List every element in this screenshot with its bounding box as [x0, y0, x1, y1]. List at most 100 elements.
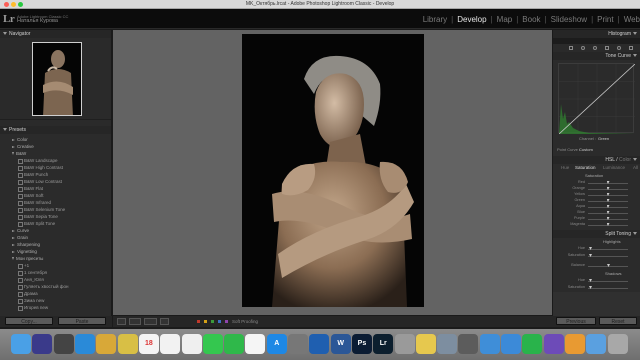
preset-folder[interactable]: Grain: [7, 234, 111, 241]
calendar-icon[interactable]: 18: [138, 334, 159, 354]
navigator-preview[interactable]: [0, 38, 111, 120]
preset-item[interactable]: B&W Selenium Tone: [7, 206, 111, 213]
facetime-icon[interactable]: [224, 334, 245, 354]
preset-folder[interactable]: Curve: [7, 227, 111, 234]
launchpad-icon[interactable]: [53, 334, 74, 354]
channel-select[interactable]: Green: [598, 136, 609, 141]
hsl-tab-saturation[interactable]: Saturation: [575, 165, 596, 170]
highlights-hue-slider[interactable]: Hue: [557, 246, 637, 252]
preset-item[interactable]: Зима new: [7, 297, 111, 304]
navigator-thumbnail[interactable]: [32, 42, 82, 116]
green-label-icon[interactable]: [211, 320, 214, 323]
module-map[interactable]: Map: [497, 15, 513, 24]
app-store-icon[interactable]: A: [266, 334, 287, 354]
lightroom-icon[interactable]: Lr: [373, 334, 394, 354]
downloads-icon[interactable]: [586, 334, 607, 354]
preset-item[interactable]: B&W Soft: [7, 192, 111, 199]
adjustment-brush-icon[interactable]: [629, 46, 633, 50]
word-icon[interactable]: W: [330, 334, 351, 354]
preset-folder[interactable]: B&W: [7, 150, 111, 157]
navigator-header[interactable]: Navigator: [0, 30, 111, 38]
before-after-options-button[interactable]: [144, 318, 157, 325]
preset-folder[interactable]: Color: [7, 136, 111, 143]
balance-slider[interactable]: Balance: [557, 263, 637, 269]
siri-icon[interactable]: [32, 334, 53, 354]
blue-label-icon[interactable]: [218, 320, 221, 323]
spot-removal-tool-icon[interactable]: [581, 46, 585, 50]
preset-folder[interactable]: Sharpening: [7, 241, 111, 248]
viber-icon[interactable]: [543, 334, 564, 354]
before-after-button[interactable]: [129, 318, 141, 325]
books-icon[interactable]: [564, 334, 585, 354]
preset-folder[interactable]: Мои пресеты: [7, 255, 111, 262]
hsl-tab-luminance[interactable]: Luminance: [603, 165, 625, 170]
preset-item[interactable]: Драма: [7, 290, 111, 297]
preset-item[interactable]: B&W Infrared: [7, 199, 111, 206]
module-print[interactable]: Print: [597, 15, 613, 24]
stickies-icon[interactable]: [96, 334, 117, 354]
radial-filter-icon[interactable]: [617, 46, 621, 50]
hsl-tab-all[interactable]: All: [633, 165, 638, 170]
module-web[interactable]: Web: [624, 15, 640, 24]
module-develop[interactable]: Develop: [457, 15, 486, 24]
photos-icon[interactable]: [181, 334, 202, 354]
crop-tool-icon[interactable]: [569, 46, 573, 50]
image-canvas[interactable]: [113, 30, 552, 315]
preset-item[interactable]: B&W High Contrast: [7, 164, 111, 171]
module-library[interactable]: Library: [423, 15, 447, 24]
point-curve-select[interactable]: Custom: [579, 147, 593, 152]
split-toning-header[interactable]: Split Toning: [553, 230, 640, 238]
keynote-icon[interactable]: [501, 334, 522, 354]
tone-curve-header[interactable]: Tone Curve: [553, 52, 640, 60]
preset-item[interactable]: B&W Low Contrast: [7, 178, 111, 185]
hsl-header[interactable]: HSL / Color: [553, 156, 640, 164]
music-icon[interactable]: [245, 334, 266, 354]
soft-proofing-checkbox[interactable]: Soft Proofing: [232, 319, 258, 324]
tone-curve-graph[interactable]: [558, 63, 636, 135]
image-capture-icon[interactable]: [458, 334, 479, 354]
folder-icon[interactable]: [479, 334, 500, 354]
preset-item[interactable]: +1: [7, 262, 111, 269]
preset-folder[interactable]: Vignetting: [7, 248, 111, 255]
paste-button[interactable]: Paste: [58, 317, 106, 325]
purple-label-icon[interactable]: [225, 320, 228, 323]
module-slideshow[interactable]: Slideshow: [551, 15, 587, 24]
red-eye-tool-icon[interactable]: [593, 46, 597, 50]
preview-icon[interactable]: [437, 334, 458, 354]
yellow-label-icon[interactable]: [204, 320, 207, 323]
preset-item[interactable]: B&W Sepia Tone: [7, 213, 111, 220]
notes-icon[interactable]: [117, 334, 138, 354]
crop-overlay-button[interactable]: [160, 318, 169, 325]
module-book[interactable]: Book: [522, 15, 540, 24]
messages-icon[interactable]: [202, 334, 223, 354]
finder-icon[interactable]: [11, 334, 32, 354]
presets-header[interactable]: Presets: [0, 126, 111, 134]
system-preferences-icon[interactable]: [288, 334, 309, 354]
script-editor-icon[interactable]: [394, 334, 415, 354]
preset-item[interactable]: B&W Landscape: [7, 157, 111, 164]
preset-item[interactable]: 1 сентября: [7, 269, 111, 276]
textedit-icon[interactable]: [309, 334, 330, 354]
preset-item[interactable]: Аня_Юля: [7, 276, 111, 283]
graduated-filter-icon[interactable]: [605, 46, 609, 50]
hsl-tab-hue[interactable]: Hue: [561, 165, 569, 170]
photoshop-icon[interactable]: Ps: [351, 334, 372, 354]
trash-icon[interactable]: [607, 334, 628, 354]
loupe-view-button[interactable]: [117, 318, 126, 325]
histogram-header[interactable]: Histogram: [553, 30, 640, 38]
highlights-saturation-slider[interactable]: Saturation: [557, 253, 637, 259]
stickies-notes-icon[interactable]: [415, 334, 436, 354]
preset-item[interactable]: B&W Punch: [7, 171, 111, 178]
red-label-icon[interactable]: [197, 320, 200, 323]
preset-item[interactable]: Игорев new: [7, 304, 111, 311]
previous-button[interactable]: Previous: [556, 317, 596, 325]
whatsapp-icon[interactable]: [522, 334, 543, 354]
saturation-slider-magenta[interactable]: Magenta: [557, 222, 637, 228]
main-photo[interactable]: [242, 34, 424, 307]
preset-item[interactable]: Гуляеть хвостый фон: [7, 283, 111, 290]
shadows-saturation-slider[interactable]: Saturation: [557, 285, 637, 291]
preset-folder[interactable]: Creative: [7, 143, 111, 150]
reminders-icon[interactable]: [160, 334, 181, 354]
preset-item[interactable]: B&W Split Tone: [7, 220, 111, 227]
shadows-hue-slider[interactable]: Hue: [557, 278, 637, 284]
